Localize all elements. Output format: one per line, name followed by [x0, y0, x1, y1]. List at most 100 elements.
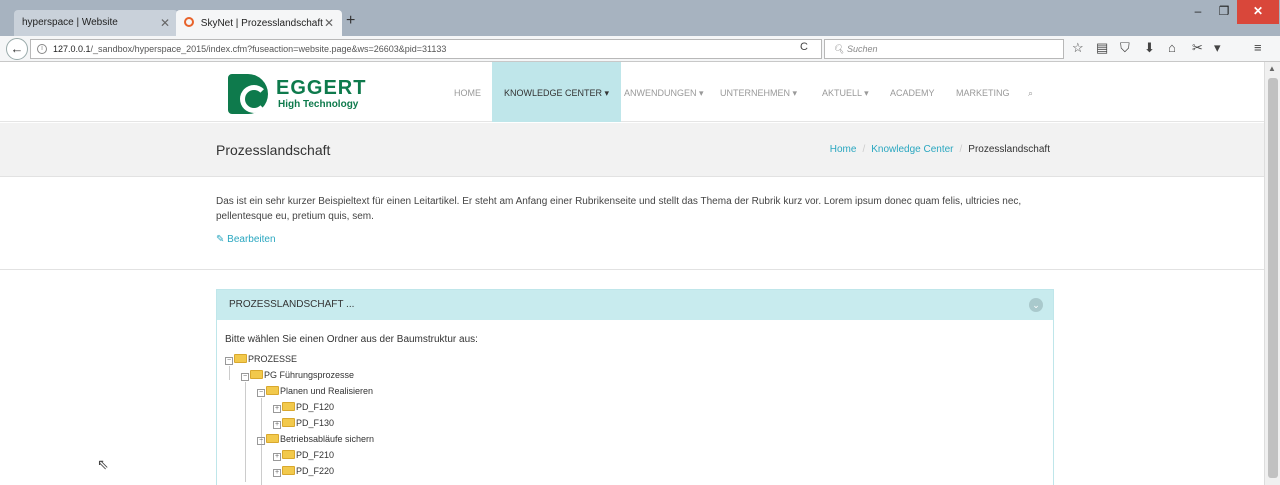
- site-search-icon[interactable]: ⌕: [1028, 62, 1033, 122]
- tree-node-betriebsablaeufe-sichern[interactable]: − Betriebsabläufe sichern: [257, 433, 374, 446]
- vertical-scrollbar[interactable]: ▲: [1264, 62, 1280, 485]
- collapse-icon[interactable]: ⌄: [1029, 298, 1043, 312]
- tree-node-prozesse[interactable]: − PROZESSE: [225, 353, 297, 366]
- bookmark-star-icon[interactable]: ☆: [1072, 40, 1084, 56]
- mouse-cursor-icon: ⇖: [97, 456, 109, 472]
- url-host: 127.0.0.1: [53, 44, 91, 54]
- home-icon[interactable]: ⌂: [1168, 40, 1176, 55]
- divider: [0, 269, 1264, 270]
- collapse-node-icon[interactable]: −: [257, 389, 265, 397]
- panel-header-label: PROZESSLANDSCHAFT ...: [229, 299, 355, 310]
- url-bar[interactable]: i 127.0.0.1/_sandbox/hyperspace_2015/ind…: [30, 39, 822, 59]
- folder-icon: [250, 370, 263, 379]
- minimize-icon[interactable]: –: [1184, 0, 1212, 24]
- logo-mark-icon: [228, 74, 268, 114]
- tree-node-pd-f120[interactable]: + PD_F120: [273, 401, 334, 414]
- restore-icon[interactable]: ❐: [1210, 0, 1238, 24]
- favicon-icon: [184, 17, 194, 27]
- expand-node-icon[interactable]: +: [273, 453, 281, 461]
- back-arrow-icon[interactable]: ←: [6, 38, 28, 60]
- panel-header[interactable]: PROZESSLANDSCHAFT ... ⌄: [217, 290, 1053, 320]
- addon-icon[interactable]: ✂: [1192, 40, 1203, 56]
- tree-node-label: PROZESSE: [248, 354, 298, 364]
- search-icon: 🔍︎: [833, 44, 845, 54]
- browser-tab-hyperspace[interactable]: hyperspace | Website ✕: [14, 10, 178, 36]
- edit-label: Bearbeiten: [227, 234, 276, 245]
- expand-node-icon[interactable]: +: [273, 469, 281, 477]
- tree-node-label: Betriebsabläufe sichern: [280, 434, 375, 444]
- hamburger-menu-icon[interactable]: ≡: [1254, 40, 1262, 55]
- tree-node-pd-f130[interactable]: + PD_F130: [273, 417, 334, 430]
- info-icon[interactable]: i: [37, 44, 47, 54]
- menu-item-academy[interactable]: ACADEMY: [890, 62, 935, 122]
- web-page: EGGERT High Technology HOME KNOWLEDGE CE…: [0, 62, 1264, 485]
- collapse-node-icon[interactable]: −: [241, 373, 249, 381]
- intro-text: Das ist ein sehr kurzer Beispieltext für…: [216, 196, 1022, 222]
- folder-icon: [234, 354, 247, 363]
- site-header: EGGERT High Technology HOME KNOWLEDGE CE…: [0, 62, 1264, 122]
- folder-icon: [266, 386, 279, 395]
- expand-node-icon[interactable]: +: [273, 421, 281, 429]
- expand-node-icon[interactable]: +: [273, 405, 281, 413]
- folder-icon: [266, 434, 279, 443]
- scrollbar-thumb[interactable]: [1268, 78, 1278, 478]
- browser-tab-skynet[interactable]: SkyNet | Prozesslandschaft ✕: [176, 10, 342, 36]
- reading-list-icon[interactable]: ▤: [1096, 40, 1108, 56]
- menu-item-marketing[interactable]: MARKETING: [956, 62, 1010, 122]
- pocket-icon[interactable]: ⛉: [1120, 40, 1130, 56]
- page-title: Prozesslandschaft: [216, 142, 331, 158]
- tree-node-label: PG Führungsprozesse: [264, 370, 355, 380]
- browser-titlebar: hyperspace | Website ✕ SkyNet | Prozessl…: [0, 0, 1280, 36]
- logo-name: EGGERT: [276, 77, 367, 99]
- tree-node-planen-und-realisieren[interactable]: − Planen und Realisieren: [257, 385, 373, 398]
- collapse-node-icon[interactable]: −: [225, 357, 233, 365]
- menu-item-home[interactable]: HOME: [454, 62, 481, 122]
- tab-title: hyperspace | Website: [22, 17, 118, 28]
- menu-item-anwendungen[interactable]: ANWENDUNGEN ▾: [624, 62, 704, 122]
- tree-connector: [229, 366, 230, 380]
- tree-connector: [245, 382, 246, 482]
- folder-icon: [282, 450, 295, 459]
- panel-intro: Bitte wählen Sie einen Ordner aus der Ba…: [225, 334, 478, 345]
- tree-node-pd-f220[interactable]: + PD_F220: [273, 465, 334, 478]
- breadcrumb-home[interactable]: Home: [830, 144, 857, 155]
- close-icon[interactable]: ✕: [324, 16, 334, 30]
- search-input[interactable]: 🔍︎ Suchen: [824, 39, 1064, 59]
- collapse-node-icon[interactable]: −: [257, 437, 265, 445]
- download-icon[interactable]: ⬇: [1144, 40, 1155, 56]
- breadcrumb-separator: /: [862, 144, 866, 155]
- edit-link[interactable]: ✎ Bearbeiten: [216, 234, 276, 245]
- edit-icon: ✎: [216, 234, 225, 245]
- folder-icon: [282, 402, 295, 411]
- menu-item-knowledge-center[interactable]: KNOWLEDGE CENTER ▾: [492, 62, 622, 122]
- breadcrumb-separator: /: [959, 144, 963, 155]
- folder-icon: [282, 466, 295, 475]
- breadcrumb-knowledge-center[interactable]: Knowledge Center: [871, 144, 953, 155]
- browser-navbar: ← i 127.0.0.1/_sandbox/hyperspace_2015/i…: [0, 36, 1280, 62]
- logo-tagline: High Technology: [278, 99, 359, 110]
- tab-title: SkyNet | Prozesslandschaft: [200, 18, 323, 29]
- menu-item-unternehmen[interactable]: UNTERNEHMEN ▾: [720, 62, 797, 122]
- breadcrumb: Home / Knowledge Center / Prozesslandschaft: [830, 144, 1050, 155]
- tree-node-pd-f210[interactable]: + PD_F210: [273, 449, 334, 462]
- search-placeholder: Suchen: [846, 44, 878, 54]
- breadcrumb-current: Prozesslandschaft: [968, 144, 1050, 155]
- dropdown-icon[interactable]: ▾: [1214, 40, 1221, 56]
- eggert-logo[interactable]: EGGERT High Technology: [228, 74, 378, 114]
- new-tab-icon[interactable]: +: [346, 12, 355, 30]
- url-path: /_sandbox/hyperspace_2015/index.cfm?fuse…: [90, 44, 447, 54]
- menu-item-aktuell[interactable]: AKTUELL ▾: [822, 62, 869, 122]
- prozesslandschaft-panel: PROZESSLANDSCHAFT ... ⌄ Bitte wählen Sie…: [216, 289, 1054, 485]
- folder-icon: [282, 418, 295, 427]
- tree-node-label: PD_F120: [296, 402, 335, 412]
- window-close-icon[interactable]: ✕: [1237, 0, 1279, 24]
- scroll-up-icon[interactable]: ▲: [1268, 64, 1276, 73]
- tree-node-label: Planen und Realisieren: [280, 386, 374, 396]
- tree-node-label: PD_F210: [296, 450, 335, 460]
- reload-icon[interactable]: C: [800, 41, 808, 53]
- tree-node-pg-fuehrungsprozesse[interactable]: − PG Führungsprozesse: [241, 369, 354, 382]
- close-icon[interactable]: ✕: [160, 16, 170, 30]
- page-title-strip: Prozesslandschaft Home / Knowledge Center /…: [0, 123, 1264, 177]
- tree-node-label: PD_F220: [296, 466, 335, 476]
- tree-node-label: PD_F130: [296, 418, 335, 428]
